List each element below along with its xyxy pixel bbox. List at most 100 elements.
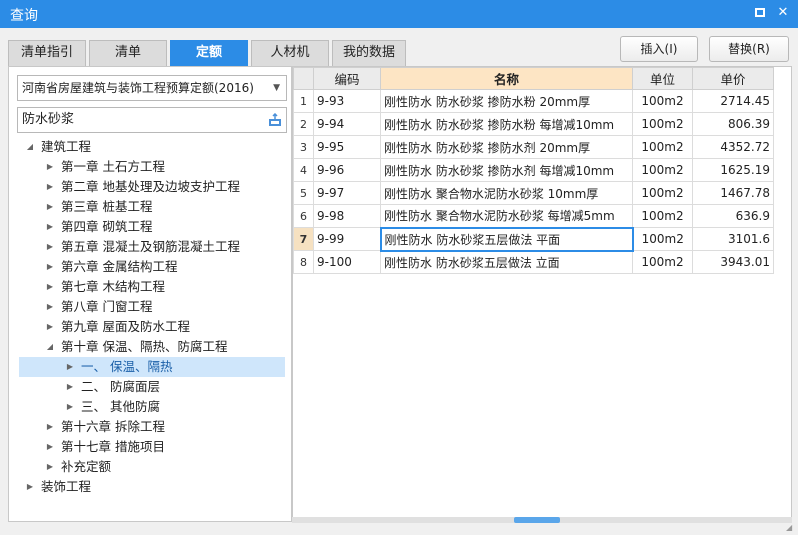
col-header-name[interactable]: 名称 [380, 67, 633, 90]
cell-name[interactable]: 刚性防水 聚合物水泥防水砂浆 每增减5mm [380, 204, 633, 228]
tree-expand-icon[interactable]: ▶ [45, 197, 55, 217]
cell-unit[interactable]: 100m2 [632, 181, 693, 205]
tree-expand-icon[interactable]: ▶ [45, 437, 55, 457]
tab-quota[interactable]: 定额 [170, 40, 248, 66]
cell-unit[interactable]: 100m2 [632, 112, 693, 136]
tree-collapse-icon[interactable]: ◢ [25, 137, 35, 157]
cell-unit[interactable]: 100m2 [632, 227, 693, 251]
tree-node[interactable]: ▶ 第四章 砌筑工程 [19, 217, 285, 237]
row-number[interactable]: 7 [293, 227, 314, 251]
tree-expand-icon[interactable]: ▶ [65, 377, 75, 397]
tree-expand-icon[interactable]: ▶ [45, 157, 55, 177]
cell-unit[interactable]: 100m2 [632, 204, 693, 228]
tree-node[interactable]: ▶ 三、 其他防腐 [19, 397, 285, 417]
tab-list[interactable]: 清单 [89, 40, 167, 66]
table-row[interactable]: 5 9-97 刚性防水 聚合物水泥防水砂浆 10mm厚 100m2 1467.78 [293, 181, 774, 205]
table-row[interactable]: 1 9-93 刚性防水 防水砂浆 掺防水粉 20mm厚 100m2 2714.45 [293, 89, 774, 113]
cell-code[interactable]: 9-96 [313, 158, 381, 182]
cell-price[interactable]: 1467.78 [692, 181, 774, 205]
tree-collapse-icon[interactable]: ◢ [45, 337, 55, 357]
table-row[interactable]: 2 9-94 刚性防水 防水砂浆 掺防水粉 每增减10mm 100m2 806.39 [293, 112, 774, 136]
cell-name[interactable]: 刚性防水 防水砂浆五层做法 立面 [380, 250, 633, 274]
cell-name[interactable]: 刚性防水 聚合物水泥防水砂浆 10mm厚 [380, 181, 633, 205]
tree-node[interactable]: ▶ 第八章 门窗工程 [19, 297, 285, 317]
col-header-price[interactable]: 单价 [692, 67, 774, 90]
tree-expand-icon[interactable]: ▶ [65, 357, 75, 377]
search-input[interactable]: 防水砂浆 [17, 107, 287, 133]
cell-name[interactable]: 刚性防水 防水砂浆 掺防水剂 每增减10mm [380, 158, 633, 182]
cell-name[interactable]: 刚性防水 防水砂浆 掺防水粉 20mm厚 [380, 89, 633, 113]
cell-price[interactable]: 3101.6 [692, 227, 774, 251]
tree-expand-icon[interactable]: ▶ [45, 417, 55, 437]
tree-node[interactable]: ▶ 第七章 木结构工程 [19, 277, 285, 297]
col-header-code[interactable]: 编码 [313, 67, 381, 90]
tree-node[interactable]: ▶ 第十七章 措施项目 [19, 437, 285, 457]
row-number[interactable]: 4 [293, 158, 314, 182]
cell-code[interactable]: 9-93 [313, 89, 381, 113]
cell-code[interactable]: 9-100 [313, 250, 381, 274]
col-header-unit[interactable]: 单位 [632, 67, 693, 90]
quota-library-select[interactable]: 河南省房屋建筑与装饰工程预算定额(2016) ▼ [17, 75, 287, 101]
tree-node[interactable]: ▶ 第一章 土石方工程 [19, 157, 285, 177]
tree-node[interactable]: ▶ 二、 防腐面层 [19, 377, 285, 397]
row-number[interactable]: 3 [293, 135, 314, 159]
maximize-icon[interactable] [752, 5, 768, 21]
cell-name[interactable]: 刚性防水 防水砂浆 掺防水粉 每增减10mm [380, 112, 633, 136]
tree-expand-icon[interactable]: ▶ [45, 237, 55, 257]
tree-expand-icon[interactable]: ▶ [45, 177, 55, 197]
tree-node[interactable]: ▶ 第三章 桩基工程 [19, 197, 285, 217]
cell-unit[interactable]: 100m2 [632, 250, 693, 274]
tree-node[interactable]: ▶ 装饰工程 [19, 477, 285, 497]
cell-price[interactable]: 1625.19 [692, 158, 774, 182]
row-number[interactable]: 1 [293, 89, 314, 113]
tab-my-data[interactable]: 我的数据 [332, 40, 406, 66]
close-icon[interactable]: ✕ [775, 5, 791, 21]
insert-button[interactable]: 插入(I) [620, 36, 698, 62]
tree-expand-icon[interactable]: ▶ [45, 217, 55, 237]
cell-unit[interactable]: 100m2 [632, 89, 693, 113]
chevron-down-icon[interactable]: ▼ [273, 76, 280, 100]
table-row[interactable]: 4 9-96 刚性防水 防水砂浆 掺防水剂 每增减10mm 100m2 1625.19 [293, 158, 774, 182]
tree-expand-icon[interactable]: ▶ [45, 277, 55, 297]
tree-node[interactable]: ▶ 一、 保温、隔热 [19, 357, 285, 377]
tree-node[interactable]: ▶ 第二章 地基处理及边坡支护工程 [19, 177, 285, 197]
cell-name[interactable]: 刚性防水 防水砂浆 掺防水剂 20mm厚 [380, 135, 633, 159]
tree-expand-icon[interactable]: ▶ [45, 317, 55, 337]
replace-button[interactable]: 替换(R) [709, 36, 789, 62]
tree-expand-icon[interactable]: ▶ [45, 297, 55, 317]
cell-price[interactable]: 4352.72 [692, 135, 774, 159]
tree-node[interactable]: ▶ 第六章 金属结构工程 [19, 257, 285, 277]
cell-code[interactable]: 9-95 [313, 135, 381, 159]
resize-grip-icon[interactable]: ◢ [786, 523, 796, 533]
table-row[interactable]: 7 9-99 刚性防水 防水砂浆五层做法 平面 100m2 3101.6 [293, 226, 774, 252]
table-row[interactable]: 8 9-100 刚性防水 防水砂浆五层做法 立面 100m2 3943.01 [293, 250, 774, 274]
cell-price[interactable]: 636.9 [692, 204, 774, 228]
row-number[interactable]: 2 [293, 112, 314, 136]
cell-code[interactable]: 9-98 [313, 204, 381, 228]
tree-node[interactable]: ◢ 建筑工程 [19, 137, 285, 157]
tree-expand-icon[interactable]: ▶ [45, 457, 55, 477]
tab-labor-material-machine[interactable]: 人材机 [251, 40, 329, 66]
cell-unit[interactable]: 100m2 [632, 135, 693, 159]
row-number[interactable]: 8 [293, 250, 314, 274]
tree-node[interactable]: ▶ 补充定额 [19, 457, 285, 477]
cell-price[interactable]: 806.39 [692, 112, 774, 136]
cell-code[interactable]: 9-99 [313, 227, 381, 251]
table-row[interactable]: 3 9-95 刚性防水 防水砂浆 掺防水剂 20mm厚 100m2 4352.72 [293, 135, 774, 159]
cell-price[interactable]: 2714.45 [692, 89, 774, 113]
table-row[interactable]: 6 9-98 刚性防水 聚合物水泥防水砂浆 每增减5mm 100m2 636.9 [293, 204, 774, 228]
tree-node[interactable]: ▶ 第九章 屋面及防水工程 [19, 317, 285, 337]
tree-node[interactable]: ◢ 第十章 保温、隔热、防腐工程 [19, 337, 285, 357]
cell-code[interactable]: 9-97 [313, 181, 381, 205]
scrollbar-thumb[interactable] [514, 517, 560, 523]
cell-price[interactable]: 3943.01 [692, 250, 774, 274]
cell-code[interactable]: 9-94 [313, 112, 381, 136]
search-options-icon[interactable] [268, 113, 282, 127]
tree-expand-icon[interactable]: ▶ [65, 397, 75, 417]
tree-expand-icon[interactable]: ▶ [25, 477, 35, 497]
tree-node[interactable]: ▶ 第十六章 拆除工程 [19, 417, 285, 437]
cell-unit[interactable]: 100m2 [632, 158, 693, 182]
tree-node[interactable]: ▶ 第五章 混凝土及钢筋混凝土工程 [19, 237, 285, 257]
horizontal-scrollbar[interactable] [292, 517, 792, 523]
tab-list-guide[interactable]: 清单指引 [8, 40, 86, 66]
